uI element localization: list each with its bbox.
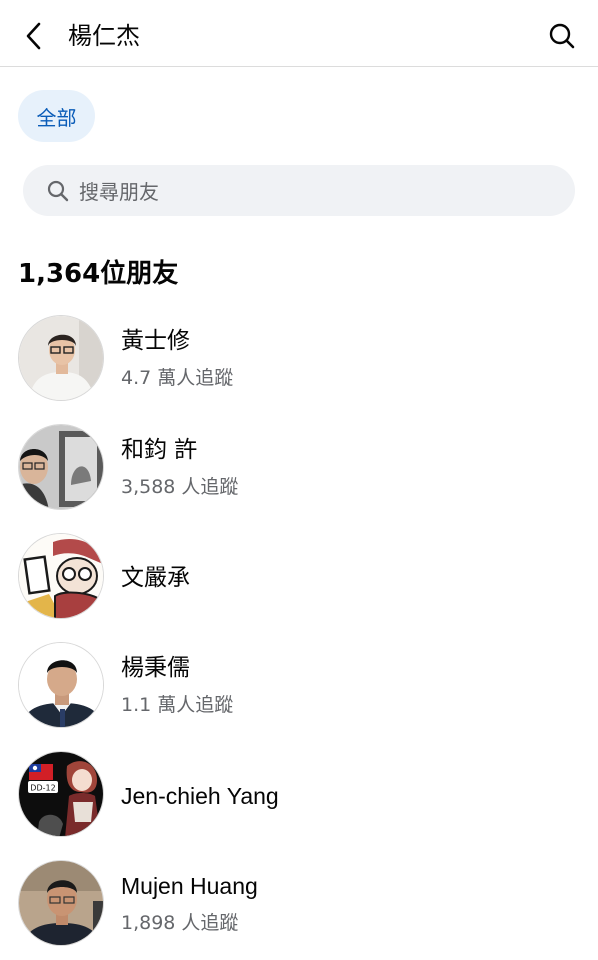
search-placeholder: 搜尋朋友 xyxy=(79,180,159,204)
friend-name: Mujen Huang xyxy=(121,873,258,899)
friends-count-heading: 1,364位朋友 xyxy=(18,259,179,289)
search-icon xyxy=(549,23,575,49)
search-button[interactable] xyxy=(542,16,582,56)
friend-followers: 1,898 人追蹤 xyxy=(121,912,239,934)
friend-search-input[interactable]: 搜尋朋友 xyxy=(23,165,575,216)
avatar[interactable] xyxy=(18,424,104,510)
friend-name: Jen-chieh Yang xyxy=(121,783,279,809)
avatar[interactable]: DD-12 xyxy=(18,751,104,837)
back-button[interactable] xyxy=(14,16,54,56)
avatar[interactable] xyxy=(18,860,104,946)
friend-name: 黃士修 xyxy=(121,328,190,354)
search-icon xyxy=(47,180,69,202)
avatar-badge-text: DD-12 xyxy=(30,784,55,793)
friend-name: 楊秉儒 xyxy=(121,655,190,681)
friend-followers: 1.1 萬人追蹤 xyxy=(121,694,234,716)
friend-row[interactable]: 和鈞 許 3,588 人追蹤 xyxy=(0,419,598,519)
friend-followers: 4.7 萬人追蹤 xyxy=(121,367,234,389)
friend-followers: 3,588 人追蹤 xyxy=(121,476,239,498)
friend-name: 文嚴承 xyxy=(121,565,190,591)
avatar[interactable] xyxy=(18,315,104,401)
friend-name: 和鈞 許 xyxy=(121,437,198,463)
friend-row[interactable]: 文嚴承 xyxy=(0,528,598,628)
friend-row[interactable]: 黃士修 4.7 萬人追蹤 xyxy=(0,310,598,410)
avatar[interactable] xyxy=(18,642,104,728)
friend-row[interactable]: Mujen Huang 1,898 人追蹤 xyxy=(0,855,598,955)
chevron-left-icon xyxy=(26,22,41,50)
top-bar: 楊仁杰 xyxy=(0,0,598,67)
filter-chip-all[interactable]: 全部 xyxy=(18,90,95,142)
page-title: 楊仁杰 xyxy=(68,22,140,50)
avatar[interactable] xyxy=(18,533,104,619)
friend-row[interactable]: DD-12 Jen-chieh Yang xyxy=(0,746,598,846)
friend-row[interactable]: 楊秉儒 1.1 萬人追蹤 xyxy=(0,637,598,737)
